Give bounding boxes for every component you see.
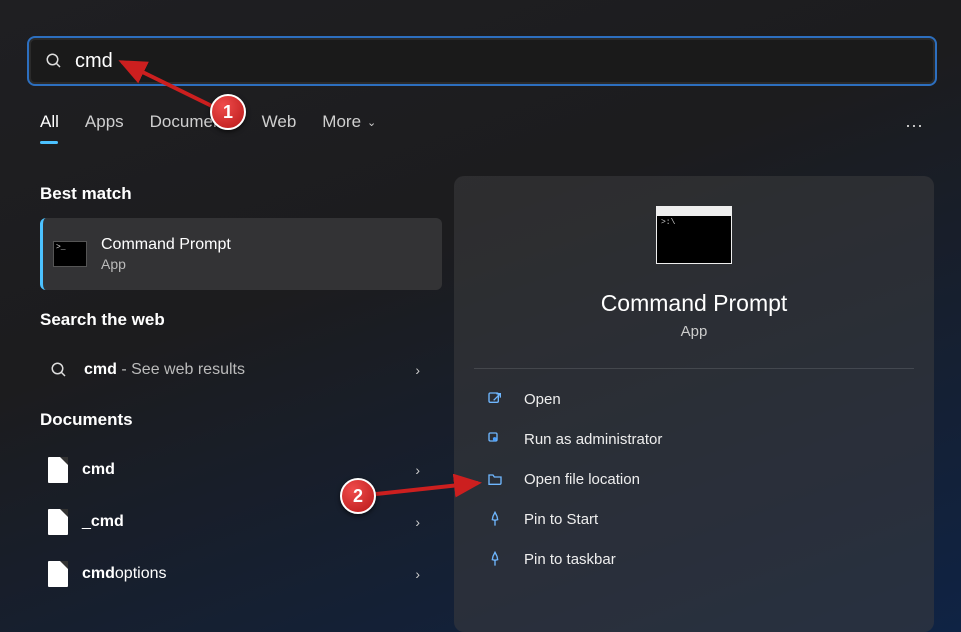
more-options-button[interactable]: ⋯: [905, 116, 925, 137]
annotation-callout-1: 1: [210, 94, 246, 130]
doc-bold: cmd: [82, 461, 115, 478]
tab-more-label: More: [322, 112, 361, 132]
best-match-subtitle: App: [101, 256, 231, 272]
annotation-2-label: 2: [353, 486, 363, 507]
document-row-cmd[interactable]: cmd ›: [40, 444, 442, 496]
documents-header: Documents: [40, 410, 442, 430]
best-match-result[interactable]: Command Prompt App: [40, 218, 442, 290]
document-icon: [48, 509, 68, 535]
document-icon: [48, 561, 68, 587]
search-bar[interactable]: [29, 38, 935, 84]
tab-web[interactable]: Web: [262, 112, 297, 142]
document-icon: [48, 457, 68, 483]
chevron-down-icon: ⌄: [367, 116, 376, 129]
web-result-text: cmd - See web results: [84, 361, 245, 379]
chevron-right-icon: ›: [415, 566, 420, 582]
tab-all[interactable]: All: [40, 112, 59, 142]
doc-bold: cmd: [91, 513, 124, 530]
best-match-header: Best match: [40, 184, 442, 204]
action-pin-to-taskbar[interactable]: Pin to taskbar: [454, 539, 934, 579]
action-open-loc-label: Open file location: [524, 471, 640, 488]
annotation-callout-2: 2: [340, 478, 376, 514]
doc-bold: cmd: [82, 565, 115, 582]
action-open-label: Open: [524, 391, 561, 408]
document-text: cmd: [82, 461, 115, 479]
document-row-underscore-cmd[interactable]: _cmd ›: [40, 496, 442, 548]
filter-tabs: All Apps Documents Web More ⌄: [40, 112, 376, 142]
document-text: _cmd: [82, 513, 124, 531]
action-run-as-administrator[interactable]: Run as administrator: [454, 419, 934, 459]
document-row-cmdoptions[interactable]: cmdoptions ›: [40, 548, 442, 600]
command-prompt-icon: [53, 241, 87, 267]
action-pin-taskbar-label: Pin to taskbar: [524, 551, 616, 568]
results-column: Best match Command Prompt App Search the…: [40, 184, 442, 600]
command-prompt-large-icon: [656, 206, 732, 264]
best-match-title: Command Prompt: [101, 236, 231, 254]
search-web-header: Search the web: [40, 310, 442, 330]
divider: [474, 368, 914, 369]
doc-rest: options: [115, 565, 167, 582]
open-icon: [486, 390, 504, 408]
action-run-admin-label: Run as administrator: [524, 431, 662, 448]
web-result-rest: - See web results: [117, 361, 245, 378]
pin-icon: [486, 510, 504, 528]
action-pin-to-start[interactable]: Pin to Start: [454, 499, 934, 539]
annotation-1-label: 1: [223, 102, 233, 123]
preview-title: Command Prompt: [601, 290, 788, 317]
pin-icon: [486, 550, 504, 568]
preview-panel: Command Prompt App Open Run as administr…: [454, 176, 934, 632]
tab-apps[interactable]: Apps: [85, 112, 124, 142]
chevron-right-icon: ›: [415, 514, 420, 530]
web-result-bold: cmd: [84, 361, 117, 378]
search-input[interactable]: [65, 50, 921, 73]
action-pin-start-label: Pin to Start: [524, 511, 598, 528]
action-open[interactable]: Open: [454, 379, 934, 419]
tab-more[interactable]: More ⌄: [322, 112, 376, 142]
action-open-file-location[interactable]: Open file location: [454, 459, 934, 499]
chevron-right-icon: ›: [415, 462, 420, 478]
search-icon: [43, 52, 65, 70]
shield-admin-icon: [486, 430, 504, 448]
doc-prefix: _: [82, 513, 91, 530]
search-icon: [48, 361, 70, 379]
chevron-right-icon: ›: [415, 362, 420, 378]
folder-icon: [486, 470, 504, 488]
preview-subtitle: App: [681, 323, 708, 340]
web-result-row[interactable]: cmd - See web results ›: [40, 344, 442, 396]
document-text: cmdoptions: [82, 565, 167, 583]
